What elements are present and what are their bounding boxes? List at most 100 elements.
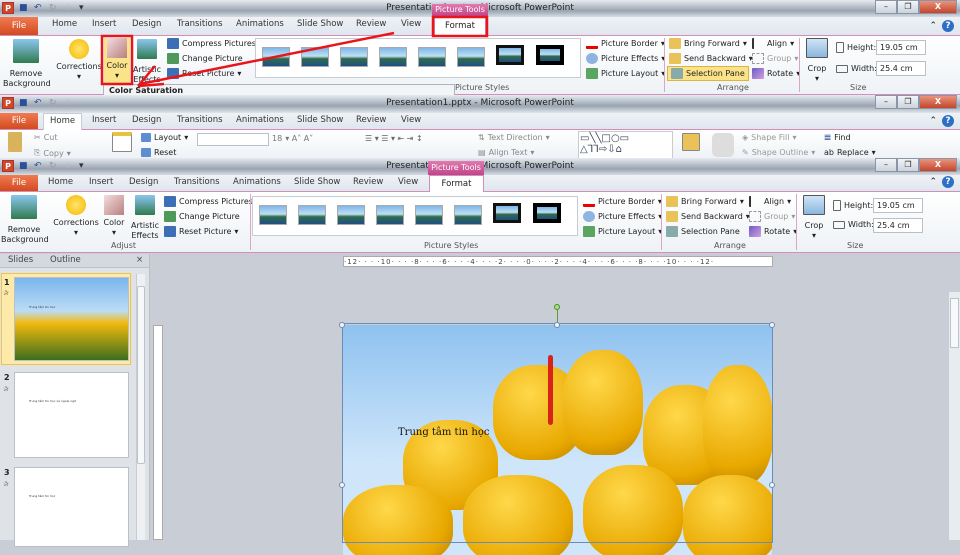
layout-button[interactable]: Layout ▾ (141, 133, 188, 142)
align-text-button[interactable]: ▤ Align Text ▾ (478, 148, 534, 157)
find-button[interactable]: 𝌆 Find (824, 133, 851, 142)
slides-pane-scrollbar[interactable] (136, 274, 145, 540)
tab-slideshow[interactable]: Slide Show (297, 115, 343, 125)
resize-handle[interactable] (339, 482, 345, 488)
tab-view[interactable]: View (401, 19, 421, 29)
picture-style-6[interactable] (454, 205, 482, 225)
picture-style-1[interactable] (262, 47, 290, 67)
tab-outline[interactable]: Outline (50, 255, 81, 265)
send-backward-button[interactable]: Send Backward ▾ (669, 53, 753, 64)
tab-home[interactable]: Home (43, 113, 83, 130)
new-slide-icon[interactable] (112, 132, 132, 152)
scrollbar-thumb[interactable] (950, 298, 959, 348)
font-size-select[interactable]: 18 ▾ A˄ A˅ (272, 134, 313, 143)
reset-picture-button[interactable]: Reset Picture ▾ (164, 226, 238, 237)
bring-forward-button[interactable]: Bring Forward ▾ (666, 196, 744, 207)
picture-style-4[interactable] (379, 47, 407, 67)
picture-style-6[interactable] (457, 47, 485, 67)
remove-background-button[interactable]: Remove Background (1, 195, 49, 245)
tab-view[interactable]: View (401, 115, 421, 125)
tab-insert[interactable]: Insert (89, 177, 113, 187)
minimize-button[interactable]: – (875, 95, 897, 109)
align-button[interactable]: Align ▾ (749, 196, 791, 207)
tab-insert[interactable]: Insert (92, 115, 116, 125)
tab-review[interactable]: Review (356, 19, 386, 29)
width-input[interactable]: 25.4 cm (873, 218, 923, 233)
tab-design[interactable]: Design (132, 19, 161, 29)
copy-button[interactable]: ⎘ Copy ▾ (34, 148, 71, 158)
tab-home[interactable]: Home (52, 19, 77, 29)
restore-button[interactable]: ❐ (897, 0, 919, 14)
height-input[interactable]: 19.05 cm (876, 40, 926, 55)
font-name-select[interactable] (197, 133, 269, 146)
shapes-gallery[interactable]: ▭╲╲□○▭ △⅂⅂⇨⇩⌂ (578, 131, 673, 159)
picture-border-button[interactable]: Picture Border ▾ (583, 196, 662, 207)
tab-animations[interactable]: Animations (236, 19, 284, 29)
picture-style-3[interactable] (337, 205, 365, 225)
corrections-button[interactable]: Corrections ▾ (53, 195, 99, 238)
scrollbar-thumb[interactable] (137, 286, 145, 464)
change-picture-button[interactable]: Change Picture (167, 53, 243, 64)
group-button[interactable]: Group ▾ (752, 53, 798, 64)
picture-style-7[interactable] (496, 45, 524, 65)
compress-pictures-button[interactable]: Compress Pictures (167, 38, 256, 49)
picture-style-7[interactable] (493, 203, 521, 223)
height-input[interactable]: 19.05 cm (873, 198, 923, 213)
tab-animations[interactable]: Animations (236, 115, 284, 125)
restore-button[interactable]: ❐ (897, 95, 919, 109)
slide-thumbnail-3[interactable]: Trung tâm tin học (14, 467, 129, 547)
picture-effects-button[interactable]: Picture Effects ▾ (586, 53, 665, 64)
slide-canvas[interactable]: Trung tâm tin học (343, 325, 772, 555)
tab-format[interactable]: Format (429, 175, 484, 192)
paste-icon[interactable] (8, 132, 22, 152)
remove-background-button[interactable]: Remove Background (3, 39, 51, 89)
close-button[interactable]: X (919, 95, 957, 109)
crop-button[interactable]: Crop ▾ (803, 38, 831, 84)
send-backward-button[interactable]: Send Backward ▾ (666, 211, 750, 222)
tab-transitions[interactable]: Transitions (174, 177, 220, 187)
slide-thumbnail-2[interactable]: Trung tâm tin học và ngoại ngữ (14, 372, 129, 458)
close-pane-icon[interactable]: × (136, 255, 143, 265)
tab-file[interactable]: File (0, 113, 38, 129)
tab-transitions[interactable]: Transitions (177, 19, 223, 29)
picture-style-1[interactable] (259, 205, 287, 225)
picture-style-3[interactable] (340, 47, 368, 67)
tab-animations[interactable]: Animations (233, 177, 281, 187)
restore-button[interactable]: ❐ (897, 158, 919, 172)
resize-handle[interactable] (769, 322, 775, 328)
artistic-effects-button[interactable]: Artistic Effects (129, 195, 161, 241)
tab-slideshow[interactable]: Slide Show (297, 19, 343, 29)
picture-styles-gallery[interactable] (252, 196, 578, 236)
tab-design[interactable]: Design (129, 177, 158, 187)
minimize-ribbon-icon[interactable]: ⌃ (929, 21, 937, 31)
tab-transitions[interactable]: Transitions (177, 115, 223, 125)
close-button[interactable]: X (919, 158, 957, 172)
minimize-button[interactable]: – (875, 158, 897, 172)
tab-file[interactable]: File (0, 17, 38, 35)
tab-file[interactable]: File (0, 175, 38, 191)
crop-button[interactable]: Crop ▾ (800, 195, 828, 241)
shape-outline-button[interactable]: ✎ Shape Outline ▾ (742, 148, 815, 157)
corrections-button[interactable]: Corrections ▾ (56, 39, 102, 82)
picture-layout-button[interactable]: Picture Layout ▾ (586, 68, 665, 79)
tab-home[interactable]: Home (48, 177, 73, 187)
picture-style-5[interactable] (415, 205, 443, 225)
align-button[interactable]: Align ▾ (752, 38, 794, 49)
bring-forward-button[interactable]: Bring Forward ▾ (669, 38, 747, 49)
color-button[interactable]: Color ▾ (101, 195, 127, 238)
change-picture-button[interactable]: Change Picture (164, 211, 240, 222)
selection-pane-button[interactable]: Selection Pane (667, 66, 749, 81)
minimize-ribbon-icon[interactable]: ⌃ (929, 177, 937, 187)
tab-slideshow[interactable]: Slide Show (294, 177, 340, 187)
quick-styles-icon[interactable] (712, 133, 734, 157)
resize-handle[interactable] (554, 322, 560, 328)
picture-layout-button[interactable]: Picture Layout ▾ (583, 226, 662, 237)
tab-review[interactable]: Review (356, 115, 386, 125)
rotate-button[interactable]: Rotate ▾ (749, 226, 797, 237)
help-icon[interactable]: ? (942, 176, 954, 188)
text-direction-button[interactable]: ⇅ Text Direction ▾ (478, 133, 550, 142)
artistic-effects-button[interactable]: Artistic Effects (132, 39, 162, 85)
resize-handle[interactable] (339, 322, 345, 328)
color-button[interactable]: Color ▾ (104, 38, 130, 84)
picture-style-5[interactable] (418, 47, 446, 67)
